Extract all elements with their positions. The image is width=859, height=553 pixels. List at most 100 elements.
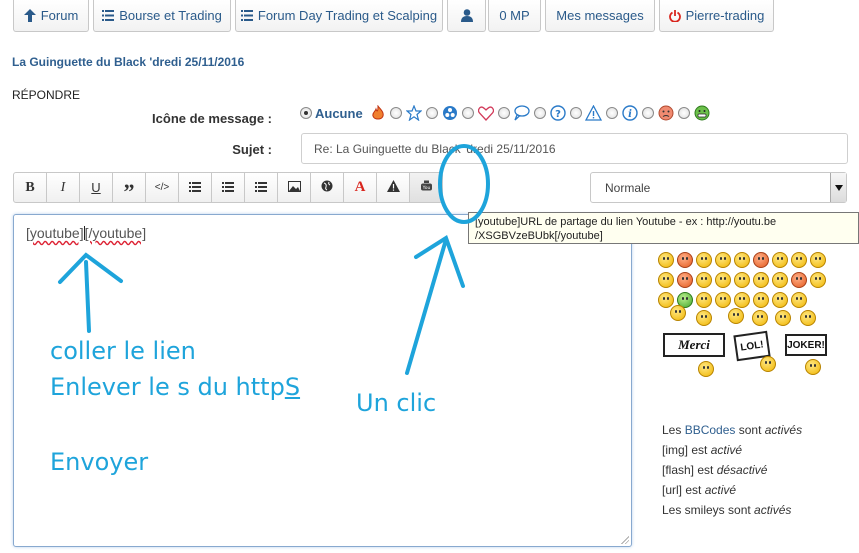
smileys-text: Les smileys sont <box>662 503 755 517</box>
fire-icon <box>369 104 387 122</box>
top-navigation: Forum Bourse et Trading Forum Day Tradin… <box>0 0 859 32</box>
smiley-icon[interactable] <box>772 292 788 308</box>
smiley-icon[interactable] <box>696 310 712 326</box>
icon-radio-star[interactable] <box>425 107 438 119</box>
svg-text:?: ? <box>555 109 561 120</box>
icon-radio-warning[interactable] <box>605 107 618 119</box>
smiley-icon[interactable] <box>760 356 776 372</box>
font-size-select[interactable]: Normale <box>590 172 847 203</box>
smiley-icon[interactable] <box>772 252 788 268</box>
star-icon <box>405 104 423 122</box>
bbcodes-link[interactable]: BBCodes <box>685 423 736 437</box>
warning-button[interactable] <box>376 172 410 203</box>
smiley-icon[interactable] <box>775 310 791 326</box>
svg-text:i: i <box>628 109 632 120</box>
annotation-paste: coller le lien <box>50 337 196 365</box>
icon-radio-fire[interactable] <box>389 107 402 119</box>
icon-radio-heart[interactable] <box>497 107 510 119</box>
smiley-icon[interactable] <box>696 292 712 308</box>
thread-title[interactable]: La Guinguette du Black 'dredi 25/11/2016 <box>12 55 244 69</box>
svg-text:You: You <box>421 185 430 191</box>
bourse-nav-label: Bourse et Trading <box>119 8 222 23</box>
flash-line: [flash] est désactivé <box>662 460 802 480</box>
resize-handle[interactable] <box>620 535 629 544</box>
annotation-s-letter: S <box>284 373 301 401</box>
smiley-row <box>658 252 828 268</box>
smiley-icon[interactable] <box>810 252 826 268</box>
url-line: [url] est activé <box>662 480 802 500</box>
icon-radio-info[interactable] <box>641 107 654 119</box>
my-messages-button[interactable]: Mes messages <box>545 0 655 32</box>
smiley-icon[interactable] <box>753 272 769 288</box>
underline-label: U <box>91 180 101 195</box>
merci-smiley[interactable]: Merci <box>663 333 725 357</box>
smiley-icon[interactable] <box>696 272 712 288</box>
quote-button[interactable]: ” <box>112 172 146 203</box>
smileys-line: Les smileys sont activés <box>662 500 802 520</box>
question-icon: ? <box>549 104 567 122</box>
image-icon <box>287 180 301 195</box>
profile-nav-button[interactable] <box>447 0 486 32</box>
smiley-icon[interactable] <box>677 272 693 288</box>
forum-nav-label: Forum <box>40 8 79 23</box>
list-item-button[interactable] <box>244 172 278 203</box>
smiley-icon[interactable] <box>752 310 768 326</box>
list-icon <box>240 10 253 21</box>
smiley-icon[interactable] <box>791 292 807 308</box>
bbcode-text: sont <box>735 423 765 437</box>
smileys-state: activés <box>754 503 792 517</box>
smiley-icon[interactable] <box>791 252 807 268</box>
annotation-remove-s-text: Enlever le s du http <box>50 373 285 401</box>
smiley-icon[interactable] <box>800 310 816 326</box>
icon-radio-speech[interactable] <box>533 107 546 119</box>
daytrading-nav-button[interactable]: Forum Day Trading et Scalping <box>235 0 443 32</box>
italic-label: I <box>60 179 66 195</box>
globe-icon <box>321 180 333 195</box>
smiley-icon[interactable] <box>658 252 674 268</box>
smiley-icon[interactable] <box>734 252 750 268</box>
warning-icon <box>585 104 603 122</box>
subject-input[interactable]: Re: La Guinguette du Black 'dredi 25/11/… <box>301 133 848 164</box>
smiley-icon[interactable] <box>772 272 788 288</box>
smiley-icon[interactable] <box>715 292 731 308</box>
smiley-icon[interactable] <box>734 292 750 308</box>
icon-radio-none[interactable] <box>300 107 312 119</box>
logout-button[interactable]: Pierre-trading <box>659 0 774 32</box>
link-button[interactable] <box>310 172 344 203</box>
numbered-list-button[interactable] <box>211 172 245 203</box>
smiley-icon[interactable] <box>677 252 693 268</box>
youtube-button[interactable]: You <box>409 172 443 203</box>
private-messages-button[interactable]: 0 MP <box>488 0 541 32</box>
forum-nav-button[interactable]: Forum <box>13 0 89 32</box>
smiley-icon[interactable] <box>658 292 674 308</box>
icon-radio-sad[interactable] <box>677 107 690 119</box>
power-icon <box>668 9 681 22</box>
smiley-icon[interactable] <box>728 308 744 324</box>
smiley-icon[interactable] <box>698 361 714 377</box>
code-button[interactable]: </> <box>145 172 179 203</box>
smiley-icon[interactable] <box>715 252 731 268</box>
icon-radio-radioactive[interactable] <box>461 107 474 119</box>
smiley-icon[interactable] <box>696 252 712 268</box>
smiley-icon[interactable] <box>791 272 807 288</box>
icon-radio-question[interactable] <box>569 107 582 119</box>
smiley-icon[interactable] <box>658 272 674 288</box>
bourse-nav-button[interactable]: Bourse et Trading <box>93 0 231 32</box>
smiley-icon[interactable] <box>810 272 826 288</box>
text-color-button[interactable]: A <box>343 172 377 203</box>
daytrading-nav-label: Forum Day Trading et Scalping <box>257 8 438 23</box>
bold-button[interactable]: B <box>13 172 47 203</box>
image-button[interactable] <box>277 172 311 203</box>
smiley-icon[interactable] <box>715 272 731 288</box>
editor-content: [youtube][/youtube] <box>26 225 146 241</box>
tooltip-line-1: [youtube]URL de partage du lien Youtube … <box>475 216 777 228</box>
list-button[interactable] <box>178 172 212 203</box>
underline-button[interactable]: U <box>79 172 113 203</box>
joker-smiley[interactable]: JOKER! <box>785 334 827 356</box>
smiley-icon[interactable] <box>734 272 750 288</box>
smiley-icon[interactable] <box>805 359 821 375</box>
smiley-icon[interactable] <box>670 305 686 321</box>
smiley-icon[interactable] <box>753 292 769 308</box>
italic-button[interactable]: I <box>46 172 80 203</box>
smiley-icon[interactable] <box>753 252 769 268</box>
